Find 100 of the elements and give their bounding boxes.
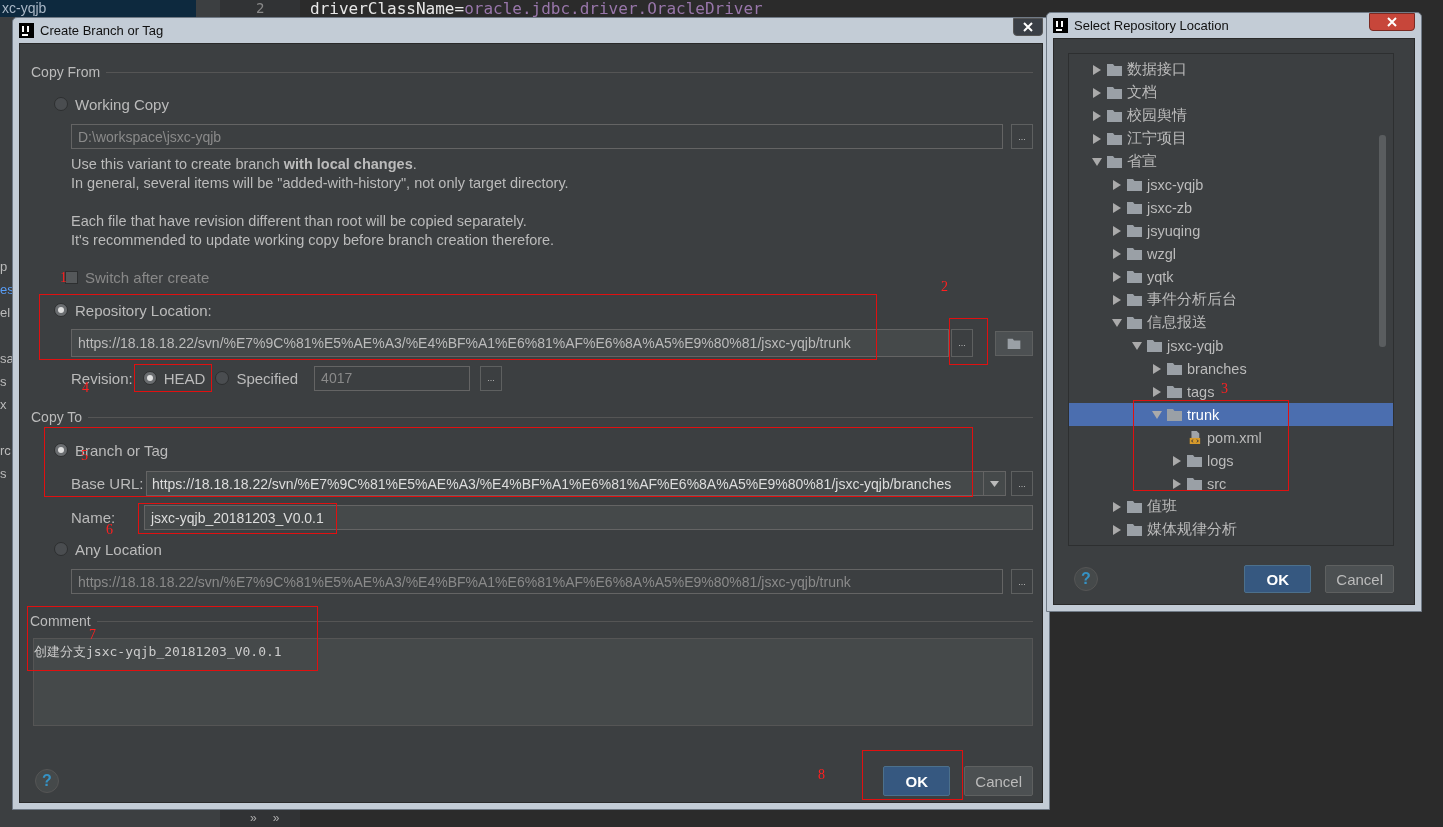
file-icon xyxy=(1187,431,1202,444)
expand-chevron[interactable]: » xyxy=(250,811,257,825)
tree-item[interactable]: 信息报送 xyxy=(1069,311,1213,334)
window-title: Select Repository Location xyxy=(1074,18,1230,33)
folder-icon xyxy=(1107,63,1122,76)
comment-field[interactable]: 创建分支jsxc-yqjb_20181203_V0.0.1 xyxy=(33,638,1033,726)
help-text: It's recommended to update working copy before branch creation therefore. xyxy=(71,231,556,250)
working-copy-radio[interactable]: Working Copy xyxy=(54,95,169,113)
collapse-triangle-icon xyxy=(1092,156,1102,167)
panel-text: s xyxy=(0,373,7,391)
panel-text: p xyxy=(0,258,8,276)
tree-item[interactable]: trunk xyxy=(1069,403,1393,426)
close-icon xyxy=(1023,22,1033,32)
tree-item[interactable]: jsxc-yqjb xyxy=(1069,173,1210,196)
line-number: 2 xyxy=(255,0,265,17)
browse-button[interactable]: ... xyxy=(480,365,503,391)
tree-item[interactable]: tags xyxy=(1069,380,1221,403)
repository-location-radio[interactable]: Repository Location: xyxy=(54,301,212,319)
name-field[interactable]: jsxc-yqjb_20181203_V0.0.1 xyxy=(144,505,1033,530)
path-field[interactable]: D:\workspace\jsxc-yqjb xyxy=(71,124,1003,149)
close-icon xyxy=(1387,17,1397,27)
expand-triangle-icon xyxy=(1152,386,1162,397)
browse-button[interactable]: ... xyxy=(951,329,973,357)
folder-icon xyxy=(1127,500,1142,513)
cancel-button[interactable]: Cancel xyxy=(1325,565,1394,593)
ok-button[interactable]: OK xyxy=(1244,565,1312,593)
section-heading: Comment xyxy=(30,613,91,629)
expand-triangle-icon xyxy=(1112,501,1122,512)
collapse-triangle-icon xyxy=(1112,317,1122,328)
url-field[interactable]: https://18.18.18.22/svn/%E7%9C%81%E5%AE%A3/%E4%BF%A1%E6%81%AF%E6%8A%A5%E9%80%81/jsxc-yqjb/trunk xyxy=(71,569,1003,594)
close-button[interactable] xyxy=(1013,18,1043,36)
tree-item[interactable]: 媒体规律分析 xyxy=(1069,518,1243,541)
tree-item[interactable]: 文档 xyxy=(1069,81,1163,104)
folder-icon xyxy=(1127,523,1142,536)
url-field[interactable]: https://18.18.18.22/svn/%E7%9C%81%E5%AE%A3/%E4%BF%A1%E6%81%AF%E6%8A%A5%E9%80%81/jsxc-yqjb/trunk xyxy=(71,329,949,357)
cancel-button[interactable]: Cancel xyxy=(964,766,1033,796)
app-icon xyxy=(1053,18,1068,33)
folder-icon xyxy=(1167,385,1182,398)
window-title: Create Branch or Tag xyxy=(40,23,165,38)
tree-item[interactable]: yqtk xyxy=(1069,265,1180,288)
ok-button[interactable]: OK xyxy=(883,766,951,796)
folder-icon xyxy=(1127,316,1142,329)
browse-button[interactable]: ... xyxy=(1011,471,1033,496)
tree-item[interactable]: 省宣 xyxy=(1069,150,1163,173)
expand-triangle-icon xyxy=(1112,179,1122,190)
browse-button[interactable]: ... xyxy=(1011,569,1033,594)
folder-icon xyxy=(1127,247,1142,260)
expand-triangle-icon xyxy=(1112,271,1122,282)
folder-icon xyxy=(1127,201,1142,214)
tree-item[interactable]: pom.xml xyxy=(1069,426,1268,449)
panel-text: x xyxy=(0,396,7,414)
tree-item[interactable]: jsyuqing xyxy=(1069,219,1207,242)
expand-triangle-icon xyxy=(1112,202,1122,213)
browse-button[interactable]: ... xyxy=(1011,124,1033,149)
collapse-triangle-icon xyxy=(1152,409,1162,420)
tree-item[interactable]: 数据接口 xyxy=(1069,58,1193,81)
annotation-box xyxy=(949,318,988,365)
expand-triangle-icon xyxy=(1092,110,1102,121)
base-url-dropdown[interactable]: https://18.18.18.22/svn/%E7%9C%81%E5%AE%A3/%E4%BF%A1%E6%81%AF%E6%8A%A5%E9%80%81/jsxc-yqjb/branches xyxy=(146,471,1006,496)
collapse-triangle-icon xyxy=(1132,340,1142,351)
close-button[interactable] xyxy=(1369,13,1415,31)
tree-item[interactable]: src xyxy=(1069,472,1233,495)
tree-item[interactable]: jsxc-zb xyxy=(1069,196,1199,219)
expand-triangle-icon xyxy=(1152,363,1162,374)
tree-item[interactable]: jsxc-yqjb xyxy=(1069,334,1230,357)
tree-item[interactable]: branches xyxy=(1069,357,1253,380)
expand-chevron[interactable]: » xyxy=(272,811,280,825)
revision-radio[interactable]: HEAD xyxy=(142,369,206,387)
section-heading: Copy To xyxy=(31,409,83,425)
revision-field[interactable]: 4017 xyxy=(314,365,471,391)
folder-button[interactable] xyxy=(995,330,1033,356)
tree-item[interactable]: 江宁项目 xyxy=(1069,127,1193,150)
expand-triangle-icon xyxy=(1092,133,1102,144)
folder-icon xyxy=(1167,408,1182,421)
expand-triangle-icon xyxy=(1092,87,1102,98)
folder-icon xyxy=(1127,270,1142,283)
folder-icon xyxy=(1187,477,1202,490)
tree-item[interactable]: 事件分析后台 xyxy=(1069,288,1243,311)
folder-icon xyxy=(1007,337,1021,349)
expand-triangle-icon xyxy=(1172,455,1182,466)
tree-item[interactable]: 值班 xyxy=(1069,495,1183,518)
tree-item[interactable]: 校园舆情 xyxy=(1069,104,1193,127)
revision-radio[interactable]: Specified xyxy=(215,369,299,387)
help-text: Use this variant to create branch with local changes. xyxy=(71,155,418,174)
folder-icon xyxy=(1127,293,1142,306)
folder-icon xyxy=(1167,362,1182,375)
folder-icon xyxy=(1107,155,1122,168)
any-location-radio[interactable]: Any Location xyxy=(54,540,162,558)
folder-icon xyxy=(1187,454,1202,467)
expand-triangle-icon xyxy=(1112,248,1122,259)
project-tree-item[interactable]: xc-yqjb xyxy=(0,0,197,17)
dropdown-arrow-icon xyxy=(990,480,999,487)
folder-icon xyxy=(1107,86,1122,99)
panel-text: s xyxy=(0,465,7,483)
scrollbar[interactable] xyxy=(1379,135,1386,347)
folder-icon xyxy=(1147,339,1162,352)
tree-item[interactable]: logs xyxy=(1069,449,1240,472)
expand-triangle-icon xyxy=(1172,478,1182,489)
tree-item[interactable]: wzgl xyxy=(1069,242,1182,265)
help-text: In general, several items will be "added-with-history", not only target directory. xyxy=(71,174,570,193)
